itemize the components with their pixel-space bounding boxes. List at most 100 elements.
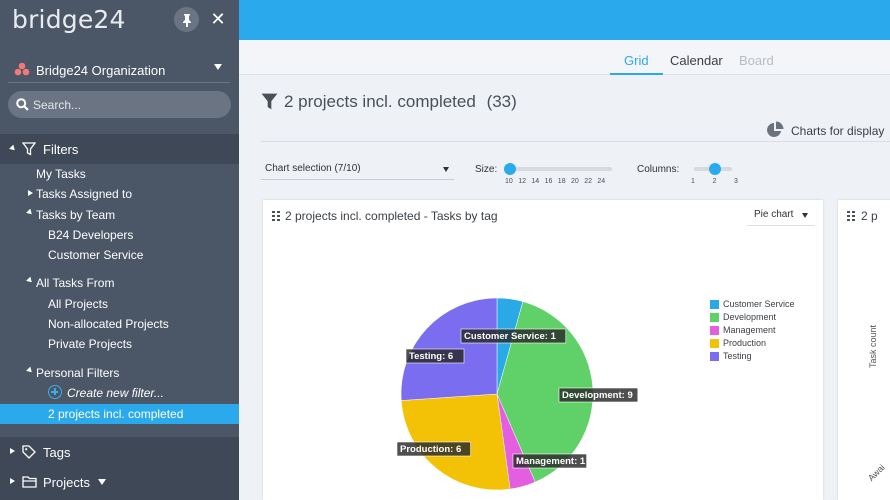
chart-card-2 [838, 200, 890, 500]
expand-triangle-icon[interactable] [28, 190, 33, 196]
pie-chart-icon [767, 121, 784, 137]
sidebar-item-my-tasks[interactable]: My Tasks [36, 167, 86, 181]
expand-triangle-icon[interactable] [26, 208, 34, 217]
search-input[interactable] [33, 95, 223, 114]
size-slider-track[interactable] [509, 167, 612, 171]
sidebar: bridge24 ✕ Bridge24 Organization Fi [0, 0, 239, 500]
organization-name: Bridge24 Organization [36, 63, 166, 78]
tags-section-header[interactable]: Tags [0, 437, 239, 467]
sidebar-item-non-allocated-projects[interactable]: Non-allocated Projects [48, 317, 169, 331]
legend-label: Development [723, 312, 777, 322]
size-tick-label: 12 [518, 178, 526, 185]
organization-icon [14, 62, 30, 76]
projects-section-header[interactable]: Projects [0, 467, 239, 500]
sidebar-item-private-projects[interactable]: Private Projects [48, 337, 132, 351]
chart-selection-value: Chart selection (7/10) [265, 163, 361, 174]
projects-label: Projects [43, 475, 90, 490]
top-bar [239, 0, 890, 40]
chevron-down-icon [443, 167, 449, 172]
chart-card-tasks-by-tag: 2 projects incl. completed - Tasks by ta… [263, 200, 823, 500]
sidebar-item-all-projects[interactable]: All Projects [48, 297, 108, 311]
legend-label: Production [723, 338, 767, 348]
legend-swatch [710, 313, 719, 322]
size-tick-label: 24 [597, 178, 606, 185]
tab-board[interactable]: Board [739, 53, 774, 75]
charts-for-display-button[interactable]: Charts for display [791, 124, 884, 138]
folder-icon [22, 476, 37, 488]
columns-label: Columns: [637, 164, 680, 175]
expand-triangle-icon[interactable] [26, 276, 34, 285]
divider [261, 141, 890, 142]
chart-card-2-title: 2 p [861, 209, 878, 223]
size-slider-handle[interactable] [504, 163, 516, 175]
sidebar-header: bridge24 ✕ [0, 0, 239, 40]
app-logo: bridge24 [12, 5, 126, 34]
filters-section-header[interactable]: Filters [0, 134, 239, 164]
legend-swatch [710, 339, 719, 348]
chart-card-2-ylabel: Task count [868, 324, 878, 368]
sidebar-item-2-projects-incl-completed[interactable]: 2 projects incl. completed [0, 404, 239, 424]
legend-swatch [710, 352, 719, 361]
search-box[interactable] [8, 91, 231, 118]
expand-triangle-icon [9, 144, 17, 153]
svg-text:Development: 9: Development: 9 [562, 390, 633, 401]
legend-label: Customer Service [723, 299, 795, 309]
legend-item-customer-service[interactable]: Customer Service [710, 299, 795, 309]
columns-slider-handle[interactable] [708, 163, 721, 175]
filter-icon [22, 142, 36, 156]
search-icon [16, 98, 29, 111]
page-title-text: 2 projects incl. completed [284, 92, 476, 111]
legend-swatch [710, 300, 719, 309]
chevron-down-icon [214, 64, 222, 70]
sidebar-item-personal-filters[interactable]: Personal Filters [36, 366, 119, 380]
legend-item-production[interactable]: Production [710, 338, 766, 348]
svg-text:Customer Service: 1: Customer Service: 1 [464, 331, 557, 342]
organization-selector[interactable]: Bridge24 Organization [8, 55, 230, 83]
size-tick-label: 14 [531, 178, 540, 185]
columns-tick-label: 3 [734, 178, 738, 185]
sidebar-item-tasks-assigned-to[interactable]: Tasks Assigned to [36, 187, 132, 201]
size-tick-label: 10 [505, 178, 513, 185]
chevron-down-icon[interactable] [98, 479, 106, 485]
svg-text:Production: 6: Production: 6 [400, 444, 461, 455]
collapse-triangle-icon [10, 448, 15, 454]
size-label: Size: [475, 164, 498, 175]
legend-item-development[interactable]: Development [710, 312, 776, 322]
tab-calendar[interactable]: Calendar [670, 53, 723, 75]
add-filter-icon[interactable] [48, 385, 62, 399]
data-label-management: Management: 1 [512, 453, 587, 469]
collapse-triangle-icon [10, 478, 15, 484]
pin-button[interactable] [174, 7, 199, 32]
columns-tick-label: 2 [712, 178, 717, 185]
size-tick-label: 16 [544, 178, 553, 185]
close-sidebar-button[interactable]: ✕ [208, 8, 228, 30]
size-tick-label: 22 [584, 178, 592, 185]
svg-text:Management: 1: Management: 1 [516, 456, 586, 467]
view-tabs: Grid Calendar Board [239, 40, 890, 75]
data-label-development: Development: 9 [558, 387, 639, 403]
size-tick-label: 18 [557, 178, 566, 185]
chart-selection-dropdown[interactable]: Chart selection (7/10) [261, 161, 454, 180]
svg-text:Testing: 6: Testing: 6 [409, 351, 453, 362]
sidebar-item-tasks-by-team[interactable]: Tasks by Team [36, 208, 115, 222]
tags-label: Tags [43, 445, 71, 460]
sidebar-item-b24-developers[interactable]: B24 Developers [48, 228, 133, 242]
pie-chart: Customer Service: 1 Development: 9 Managem… [396, 297, 639, 491]
data-label-production: Production: 6 [396, 441, 471, 457]
task-count: (33) [486, 92, 517, 111]
size-tick-label: 20 [571, 178, 579, 185]
data-label-customer-service: Customer Service: 1 [460, 328, 567, 344]
legend-swatch [710, 326, 719, 335]
sidebar-item-all-tasks-from[interactable]: All Tasks From [36, 276, 114, 290]
data-label-testing: Testing: 6 [405, 348, 465, 364]
legend-item-management[interactable]: Management [710, 325, 776, 335]
sidebar-item-customer-service[interactable]: Customer Service [48, 248, 143, 262]
drag-handle-icon[interactable] [847, 211, 855, 221]
expand-triangle-icon[interactable] [26, 366, 34, 375]
create-new-filter-link[interactable]: Create new filter... [67, 386, 164, 400]
tab-grid[interactable]: Grid [610, 53, 663, 75]
page-title: 2 projects incl. completed (33) [284, 92, 517, 112]
filter-icon [261, 93, 278, 110]
legend-item-testing[interactable]: Testing [710, 351, 752, 361]
tag-icon [22, 445, 36, 459]
